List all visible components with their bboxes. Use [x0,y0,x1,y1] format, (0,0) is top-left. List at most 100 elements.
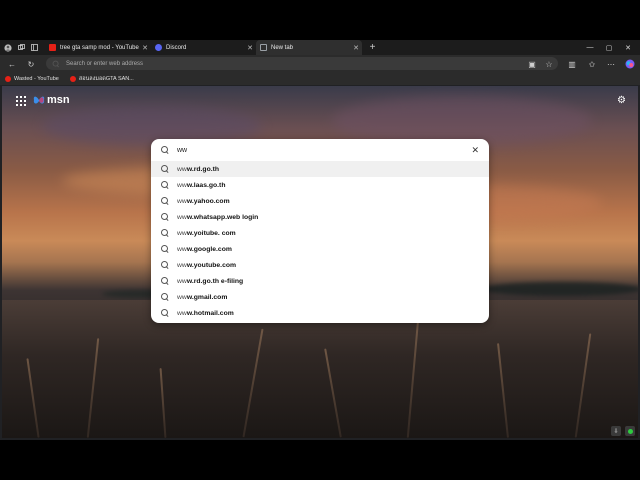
new-tab-plus-icon[interactable]: + [366,40,379,55]
bookmark-label: Wasted - YouTube [14,75,59,82]
close-icon[interactable]: ✕ [353,44,359,52]
search-icon [161,197,169,205]
search-icon [161,261,169,269]
search-icon [161,309,169,317]
suggestion-text: www.laas.go.th [177,182,225,189]
suggestion-completion: w.laas.go.th [186,181,226,189]
maximize-icon[interactable]: ▢ [601,40,617,55]
window-close-icon[interactable]: ✕ [620,40,636,55]
suggestion-prefix: ww [177,261,187,269]
address-bar[interactable]: Search or enter web address [46,57,558,70]
suggestion-item[interactable]: www.yahoo.com [151,193,489,209]
suggestion-item[interactable]: www.rd.go.th [151,161,489,177]
search-icon [161,229,169,237]
search-icon [161,181,169,189]
suggestion-text: www.youtube.com [177,262,236,269]
copilot-icon[interactable] [624,58,636,70]
vertical-tabs-icon[interactable] [28,40,41,55]
suggestion-completion: w.whatsapp.web login [186,213,259,221]
apps-grid-icon[interactable] [16,96,26,106]
search-row: ✕ [151,139,489,161]
more-menu-icon[interactable]: ⋯ [605,58,617,70]
msn-header: msn ⚙ [2,86,638,116]
suggestion-item[interactable]: www.google.com [151,241,489,257]
suggestion-text: www.whatsapp.web login [177,214,258,221]
search-icon [161,165,169,173]
search-icon [161,277,169,285]
suggestion-completion: w.youtube.com [186,261,237,269]
tab-new-tab[interactable]: New tab ✕ [256,40,362,55]
suggestion-completion: w.google.com [186,245,232,253]
suggestion-prefix: ww [177,309,187,317]
search-icon [161,245,169,253]
suggestion-completion: w.hotmail.com [186,309,234,317]
tab-actions-icon[interactable] [15,40,28,55]
search-icon [52,60,60,67]
suggestion-completion: w.yahoo.com [186,197,230,205]
minimize-icon[interactable]: — [582,40,598,55]
suggestion-item[interactable]: www.youtube.com [151,257,489,273]
tab-label: Discord [166,44,187,51]
suggestion-item[interactable]: www.gmail.com [151,289,489,305]
search-icon [161,146,169,154]
download-icon[interactable]: ⇩ [611,426,621,436]
search-input[interactable] [177,146,457,154]
toolbar: ← ↻ Search or enter web address ▣ ☆ ▥ ✩ … [0,55,640,72]
address-placeholder: Search or enter web address [66,60,144,67]
read-aloud-icon[interactable]: ▣ [526,58,538,70]
split-screen-icon[interactable]: ▥ [566,58,578,70]
tab-discord[interactable]: Discord ✕ [151,40,256,55]
profile-icon[interactable] [0,40,15,55]
suggestion-item[interactable]: www.hotmail.com [151,305,489,321]
suggestion-item[interactable]: www.yoitube. com [151,225,489,241]
suggestion-completion: w.yoitube. com [186,229,236,237]
favorites-icon[interactable]: ✩ [586,58,598,70]
youtube-icon [5,75,11,82]
msn-logo[interactable]: msn [33,94,70,106]
search-icon [161,213,169,221]
suggestion-text: www.hotmail.com [177,310,234,317]
gear-icon[interactable]: ⚙ [617,95,626,106]
close-icon[interactable]: ✕ [142,44,148,52]
tab-label: New tab [271,44,294,51]
suggestion-text: www.gmail.com [177,294,227,301]
favorite-star-icon[interactable]: ☆ [543,58,555,70]
suggestion-completion: w.gmail.com [186,293,228,301]
suggestion-prefix: ww [177,293,187,301]
bookmark-item[interactable]: Wasted - YouTube [5,75,59,82]
bookmarks-bar: Wasted - YouTube สอนลงมอดGTA SAN... [0,72,640,85]
suggestion-text: www.yahoo.com [177,198,230,205]
refresh-icon[interactable]: ↻ [25,58,37,70]
suggestion-prefix: ww [177,213,187,221]
suggestion-prefix: ww [177,245,187,253]
suggestion-text: www.rd.go.th [177,166,219,173]
msn-butterfly-icon [33,96,45,104]
suggestion-prefix: ww [177,277,187,285]
new-tab-page-icon [260,44,267,51]
bookmark-label: สอนลงมอดGTA SAN... [78,75,134,82]
suggestion-item[interactable]: www.rd.go.th e-filing [151,273,489,289]
tab-youtube[interactable]: tree gta samp mod - YouTube ✕ [45,40,151,55]
youtube-icon [49,44,56,51]
bookmark-item[interactable]: สอนลงมอดGTA SAN... [69,75,134,83]
suggestion-text: www.google.com [177,246,232,253]
tab-label: tree gta samp mod - YouTube [60,44,139,51]
close-icon[interactable]: ✕ [247,44,253,52]
back-icon[interactable]: ← [6,58,18,70]
suggestion-item[interactable]: www.whatsapp.web login [151,209,489,225]
browser-window: tree gta samp mod - YouTube ✕ Discord ✕ … [0,40,640,440]
suggestion-text: www.rd.go.th e-filing [177,278,243,285]
suggestion-prefix: ww [177,229,187,237]
suggestion-prefix: ww [177,165,187,173]
suggestion-text: www.yoitube. com [177,230,236,237]
status-indicator-icon[interactable] [625,426,635,436]
tab-strip: tree gta samp mod - YouTube ✕ Discord ✕ … [0,40,640,55]
msn-new-tab-page: msn ⚙ ✕ www.rd.go.thwww.laas.go.thwww.ya… [2,86,638,438]
suggestion-completion: w.rd.go.th e-filing [186,277,244,285]
youtube-icon [69,75,76,82]
suggestion-item[interactable]: www.laas.go.th [151,177,489,193]
suggestion-completion: w.rd.go.th [186,165,220,173]
search-box: ✕ www.rd.go.thwww.laas.go.thwww.yahoo.co… [151,139,489,323]
suggestion-list: www.rd.go.th www.laas.go.th www.yahoo.com w… [151,161,489,321]
close-icon[interactable]: ✕ [471,145,479,156]
